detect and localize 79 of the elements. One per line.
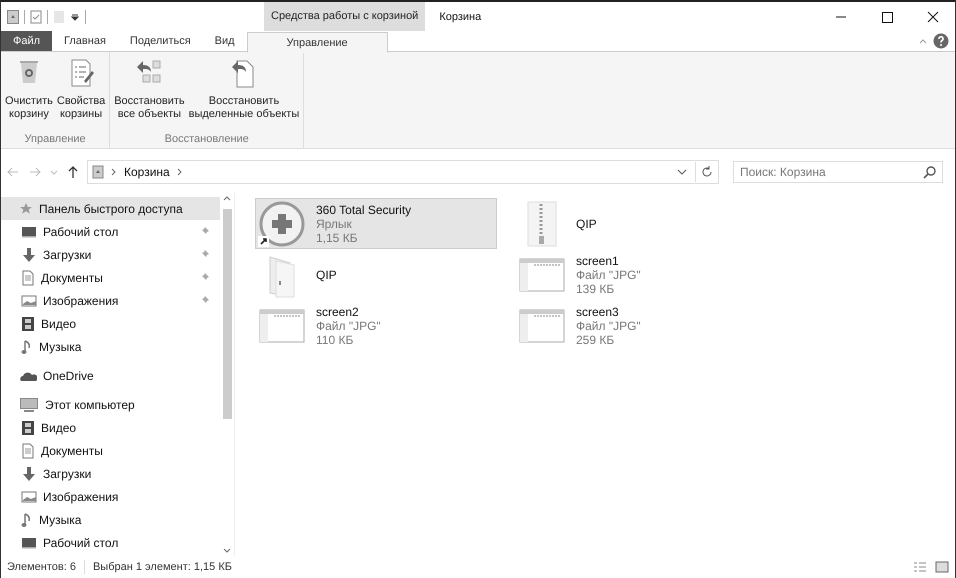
- item-count: Элементов: 6: [7, 561, 76, 573]
- music-note-icon: [21, 512, 33, 528]
- address-bar[interactable]: Корзина: [87, 160, 719, 184]
- file-type: Файл "JPG": [316, 318, 381, 332]
- nav-item[interactable]: Рабочий стол: [1, 531, 220, 554]
- ribbon-button[interactable]: Восстановить выделенные объекты: [186, 55, 302, 133]
- file-name: screen3: [576, 304, 620, 318]
- group-label: Управление: [24, 133, 87, 147]
- nav-item[interactable]: Загрузки: [1, 243, 220, 266]
- chevron-right-icon: [110, 167, 118, 177]
- nav-item[interactable]: Документы: [1, 439, 220, 462]
- file-item[interactable]: screen2 Файл "JPG" 110 КБ: [255, 300, 497, 351]
- chevron-right-icon: [176, 167, 184, 177]
- file-item[interactable]: QIP: [515, 198, 757, 249]
- down-arrow-icon: [21, 466, 37, 482]
- dropdown-icon[interactable]: [70, 12, 80, 22]
- nav-item[interactable]: Музыка: [1, 335, 220, 358]
- nav-item[interactable]: Рабочий стол: [1, 220, 220, 243]
- nav-item[interactable]: Видео: [1, 312, 220, 335]
- scroll-thumb[interactable]: [222, 209, 232, 419]
- ribbon-tab[interactable]: Управление: [246, 32, 388, 52]
- nav-item[interactable]: Видео: [1, 416, 220, 439]
- file-name: screen2: [316, 304, 360, 318]
- picture-icon: [21, 490, 37, 504]
- file-size: 1,15 КБ: [316, 230, 359, 244]
- recycle-bin-icon: [7, 10, 19, 24]
- search-field[interactable]: Поиск: Корзина: [733, 161, 943, 183]
- film-icon: [21, 420, 35, 436]
- file-item[interactable]: screen3 Файл "JPG" 259 КБ: [515, 300, 757, 351]
- music-note-icon: [21, 338, 33, 354]
- group-label: Восстановление: [164, 133, 250, 147]
- ribbon-tab[interactable]: Поделиться: [118, 31, 203, 51]
- file-type: Файл "JPG": [576, 318, 641, 332]
- search-icon: [923, 165, 937, 179]
- file-name: screen1: [576, 254, 620, 268]
- details-view-icon[interactable]: [913, 561, 927, 573]
- file-item[interactable]: screen1 Файл "JPG" 139 КБ: [515, 249, 757, 300]
- ribbon-tab[interactable]: Вид: [202, 31, 247, 51]
- ribbon-button[interactable]: Очистить корзину: [3, 55, 55, 133]
- star-icon: [19, 202, 33, 216]
- film-icon: [21, 316, 35, 332]
- nav-item[interactable]: Этот компьютер: [1, 393, 220, 416]
- selection-info: Выбран 1 элемент: 1,15 КБ: [92, 561, 232, 573]
- breadcrumb[interactable]: Корзина: [124, 165, 170, 179]
- file-name: QIP: [576, 216, 597, 232]
- file-size: 139 КБ: [576, 282, 616, 296]
- nav-item[interactable]: OneDrive: [1, 364, 220, 387]
- nav-item[interactable]: Панель быстрого доступа: [1, 197, 220, 220]
- nav-item[interactable]: Изображения: [1, 289, 220, 312]
- nav-item[interactable]: Музыка: [1, 508, 220, 531]
- file-item[interactable]: 360 Total Security Ярлык 1,15 КБ: [255, 198, 497, 249]
- nav-item[interactable]: Документы: [1, 266, 220, 289]
- file-name: 360 Total Security: [316, 202, 412, 216]
- nav-item[interactable]: Изображения: [1, 485, 220, 508]
- file-size: 110 КБ: [316, 332, 354, 346]
- file-type: Файл "JPG": [576, 268, 641, 282]
- down-arrow-icon: [21, 246, 37, 262]
- picture-icon: [21, 294, 37, 308]
- monitor-icon: [19, 396, 39, 412]
- window-title: Корзина: [438, 10, 482, 22]
- ribbon-tab[interactable]: Файл: [1, 31, 52, 51]
- context-tab-header: Средства работы с корзиной: [264, 2, 426, 31]
- monitor-icon: [21, 224, 37, 238]
- document-icon: [21, 442, 35, 458]
- help-icon[interactable]: [933, 33, 949, 49]
- recycle-bin-icon: [92, 165, 104, 179]
- cloud-icon: [19, 370, 37, 382]
- ribbon-button[interactable]: Свойства корзины: [54, 55, 108, 133]
- file-name: QIP: [316, 266, 337, 284]
- file-type: Ярлык: [316, 216, 353, 230]
- document-icon: [21, 270, 35, 286]
- ribbon-tab[interactable]: Главная: [52, 31, 118, 51]
- ribbon-button[interactable]: Восстановить все объекты: [112, 55, 187, 133]
- file-item[interactable]: QIP: [255, 249, 497, 300]
- file-size: 259 КБ: [576, 332, 616, 346]
- nav-item[interactable]: Загрузки: [1, 462, 220, 485]
- large-icons-view-icon[interactable]: [935, 561, 949, 573]
- monitor-icon: [21, 536, 37, 550]
- checkbox-page-icon[interactable]: [30, 10, 42, 24]
